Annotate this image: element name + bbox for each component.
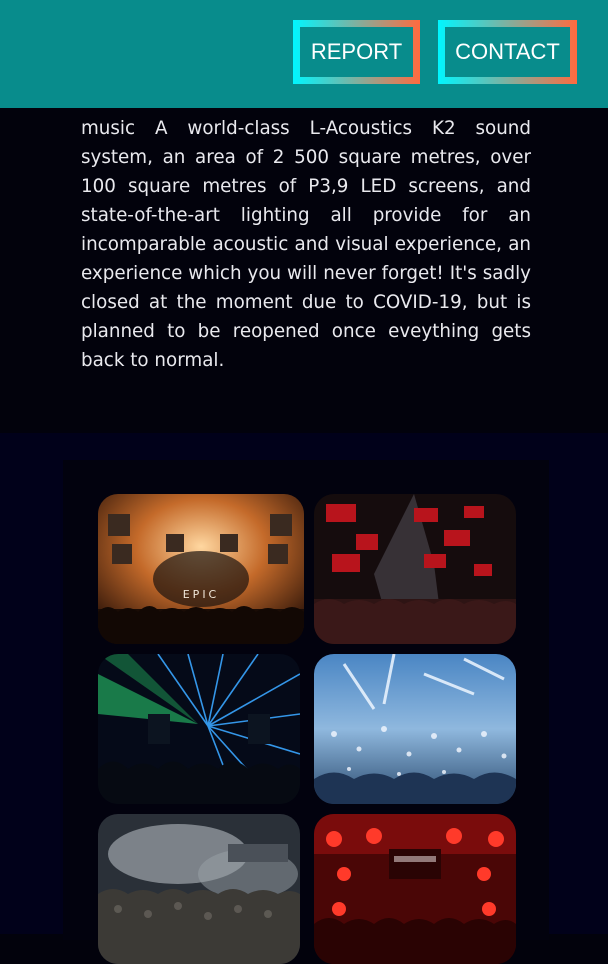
report-button[interactable]: REPORT: [293, 20, 420, 84]
photo-gallery: EPIC: [63, 460, 549, 964]
club-led-cubes-photo[interactable]: [314, 494, 516, 644]
report-button-label: REPORT: [300, 27, 413, 77]
club-smoke-crowd-photo[interactable]: [98, 814, 300, 964]
club-laser-show-photo[interactable]: [98, 654, 300, 804]
club-stage-epic-photo[interactable]: EPIC: [98, 494, 304, 644]
contact-button-label: CONTACT: [445, 27, 570, 77]
about-section: music A world-class L-Acoustics K2 sound…: [0, 108, 608, 433]
epic-sign-text: EPIC: [183, 588, 220, 601]
club-red-lights-photo[interactable]: [314, 814, 516, 964]
top-bar: REPORT CONTACT: [0, 0, 608, 108]
gallery-section: EPIC: [0, 433, 608, 964]
club-confetti-photo[interactable]: [314, 654, 516, 804]
contact-button[interactable]: CONTACT: [438, 20, 577, 84]
club-description: music A world-class L-Acoustics K2 sound…: [81, 118, 531, 371]
